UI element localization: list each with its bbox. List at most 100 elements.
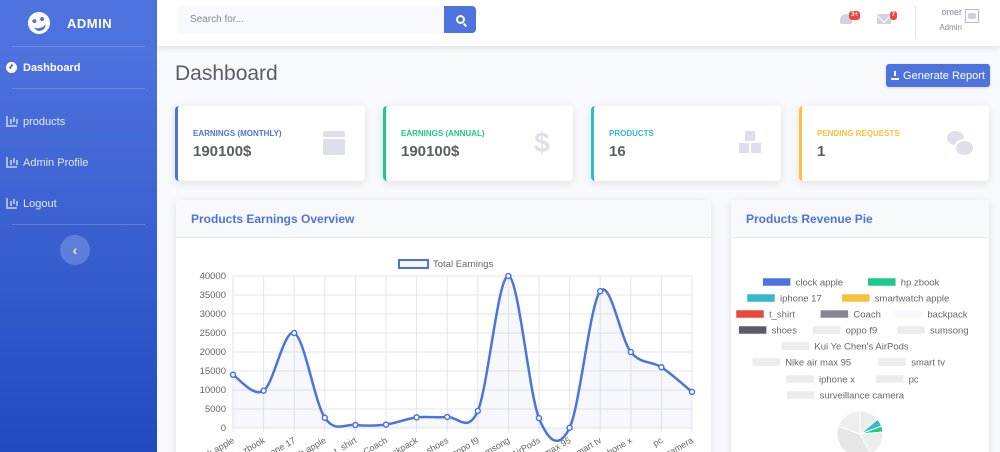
- card-label: PRODUCTS: [609, 129, 654, 138]
- sidebar-item-dashboard[interactable]: Dashboard: [0, 47, 157, 88]
- legend-swatch: [398, 259, 429, 269]
- legend-label: oppo f9: [846, 326, 878, 337]
- data-point: [260, 387, 267, 395]
- y-tick-label: 30000: [200, 309, 226, 320]
- card-pending-requests: PENDING REQUESTS 1: [799, 106, 989, 181]
- user-name: omer: [941, 7, 962, 17]
- legend-label: smartwatch apple: [875, 294, 949, 305]
- card-value: 190100$: [401, 143, 460, 160]
- laugh-wink-icon: [25, 9, 53, 37]
- alerts-button[interactable]: 3+: [840, 11, 860, 25]
- avatar[interactable]: [965, 9, 979, 23]
- x-tick-label: ackpack: [386, 435, 420, 452]
- data-point: [566, 424, 573, 432]
- sidebar-divider: [12, 224, 145, 225]
- legend-swatch: [875, 374, 904, 384]
- legend-label: shoes: [772, 326, 798, 337]
- series-area: [233, 275, 692, 441]
- generate-report-label: Generate Report: [903, 69, 985, 82]
- card-label: PENDING REQUESTS: [817, 129, 900, 138]
- legend-label: surveillance camera: [820, 391, 905, 402]
- data-point: [535, 414, 543, 422]
- x-tick-label: ch apple: [293, 435, 327, 452]
- card-earnings-annual: EARNINGS (ANNUAL) 190100$ $: [383, 106, 573, 181]
- line-chart-plot: 0 5000 10000 15000 20000 25000 30000 35000 40000…: [200, 259, 696, 452]
- y-tick-label: 10000: [200, 385, 226, 396]
- search-input[interactable]: [178, 6, 445, 33]
- legend-label: smart tv: [911, 358, 945, 369]
- legend-label: clock apple: [796, 278, 844, 289]
- x-tick-label: t_shirt: [332, 435, 359, 452]
- generate-report-button[interactable]: Generate Report: [886, 64, 990, 87]
- data-point: [321, 414, 329, 421]
- brand-link[interactable]: ADMIN: [0, 0, 157, 46]
- y-tick-label: 0: [221, 423, 226, 434]
- dollar-icon: $: [534, 127, 550, 158]
- card-label: EARNINGS (MONTHLY): [193, 129, 282, 138]
- download-icon: [891, 71, 900, 80]
- data-point: [352, 421, 359, 429]
- sidebar-item-logout[interactable]: Logout: [0, 183, 157, 224]
- chart-area-icon: [6, 198, 17, 209]
- user-dropdown[interactable]: omer Admin: [932, 7, 962, 32]
- chart-area-icon: [6, 116, 17, 127]
- data-point: [505, 272, 512, 280]
- data-point: [688, 388, 696, 396]
- brand-text: ADMIN: [67, 15, 113, 31]
- legend-label: pc: [909, 375, 919, 386]
- legend-swatch: [735, 309, 765, 319]
- boxes-icon: [739, 131, 761, 155]
- y-tick-label: 20000: [200, 347, 226, 358]
- envelope-icon: [877, 14, 891, 24]
- x-tick-label: mart tv: [574, 435, 603, 452]
- y-tick-label: 15000: [200, 366, 226, 377]
- user-role: Admin: [939, 23, 962, 32]
- y-tick-label: 25000: [200, 328, 226, 339]
- data-point: [596, 287, 604, 295]
- legend-swatch: [781, 341, 810, 351]
- sidebar-toggle-button[interactable]: ‹: [60, 235, 90, 265]
- messages-button[interactable]: 7: [877, 11, 897, 25]
- sidebar-item-admin-profile[interactable]: Admin Profile: [0, 142, 157, 183]
- data-point: [413, 414, 420, 421]
- pie-slices: [836, 410, 884, 452]
- card-value: 1: [817, 143, 826, 160]
- data-point: [382, 421, 390, 428]
- revenue-pie-chart: clock apple hp zbook iphone 17 smartwatch a…: [735, 278, 969, 452]
- data-point: [474, 407, 482, 415]
- legend-swatch: [894, 309, 923, 319]
- legend-label: sumsong: [930, 326, 969, 337]
- messages-badge: 7: [889, 11, 897, 20]
- chart-legend: Total Earnings: [398, 259, 493, 270]
- calendar-icon: [323, 131, 345, 155]
- x-tick-label: oppo f9: [450, 435, 481, 452]
- x-tick-label: camera: [664, 435, 695, 452]
- revenue-pie-card: Products Revenue Pie clock apple hp zbook…: [731, 200, 989, 452]
- earnings-line-chart: 0 5000 10000 15000 20000 25000 30000 35000 40000…: [200, 259, 696, 452]
- x-tick-label: AirPods: [510, 435, 543, 452]
- legend-label: t_shirt: [769, 310, 795, 321]
- legend-label: hp zbook: [901, 278, 940, 289]
- legend-label: backpack: [927, 310, 967, 321]
- tachometer-icon: [6, 62, 17, 73]
- search-form: [178, 6, 476, 33]
- revenue-pie-title: Products Revenue Pie: [731, 200, 989, 238]
- chevron-left-icon: ‹: [72, 242, 78, 258]
- earnings-overview-title: Products Earnings Overview: [176, 200, 711, 238]
- legend-label: Kui Ye Chen's AirPods: [814, 342, 908, 353]
- sidebar-item-label: Logout: [23, 197, 57, 210]
- card-label: EARNINGS (ANNUAL): [401, 129, 485, 138]
- y-tick-label: 40000: [200, 271, 226, 282]
- sidebar: ADMIN Dashboard products Admin Profile L…: [0, 0, 157, 452]
- legend-swatch: [786, 390, 815, 400]
- legend-swatch: [746, 293, 776, 303]
- sidebar-item-products[interactable]: products: [0, 101, 157, 142]
- pie-legend: clock apple hp zbook iphone 17 smartwatch a…: [735, 278, 969, 402]
- search-button[interactable]: [444, 6, 476, 33]
- topbar: 3+ 7 omer Admin: [157, 0, 1000, 46]
- y-tick-label: 35000: [200, 290, 226, 301]
- legend-swatch: [751, 357, 781, 367]
- x-tick-label: Coach: [361, 435, 389, 452]
- data-point: [290, 329, 298, 337]
- data-point: [443, 413, 451, 421]
